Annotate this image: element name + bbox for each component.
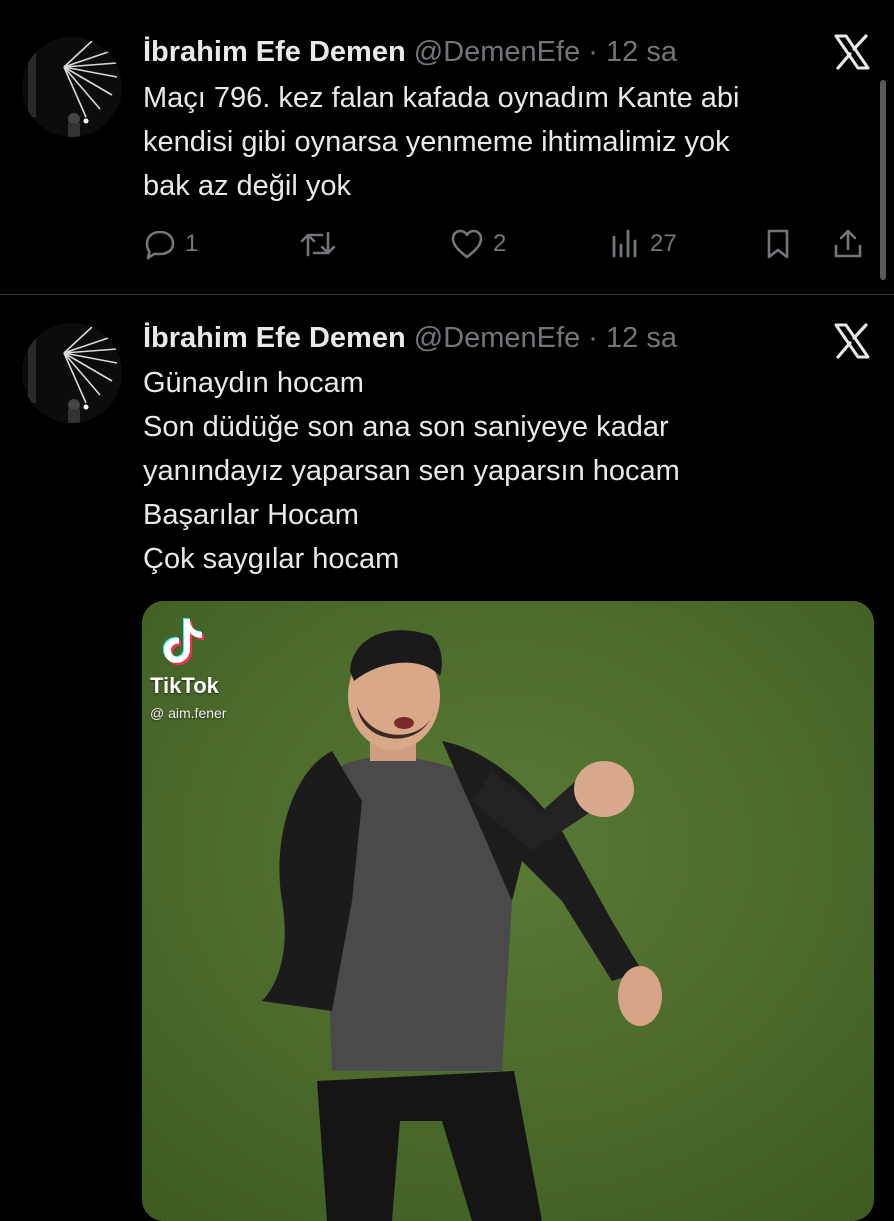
reply-button[interactable]: 1 — [143, 222, 198, 266]
bookmark-icon — [761, 227, 795, 261]
tweet-1[interactable]: İbrahim Efe Demen @DemenEfe · 12 sa Maçı… — [0, 0, 894, 295]
tweet-text-line: Çok saygılar hocam — [143, 543, 400, 575]
share-button[interactable] — [831, 222, 865, 266]
tweet-text-line: bak az değil yok — [143, 170, 351, 202]
reply-count: 1 — [185, 230, 199, 257]
x-logo-icon — [832, 321, 872, 361]
tweet-text-line: kendisi gibi oynarsa yenmeme ihtimalimiz… — [143, 126, 730, 158]
tweet-text-line: yanındayız yaparsan sen yaparsın hocam — [143, 455, 680, 487]
tweet-text-line: Son düdüğe son ana son saniyeye kadar — [143, 411, 669, 443]
tiktok-logo-icon — [163, 618, 204, 665]
tweet-2[interactable]: İbrahim Efe Demen @DemenEfe · 12 sa Güna… — [0, 295, 894, 1221]
tweet-text-line: Günaydın hocam — [143, 367, 364, 399]
tweet-header: İbrahim Efe Demen @DemenEfe · 12 sa — [143, 318, 677, 358]
tweet-text-line: Maçı 796. kez falan kafada oynadım Kante… — [143, 82, 740, 114]
tweet-text: Günaydın hocam Son düdüğe son ana son sa… — [143, 361, 853, 581]
video-media[interactable]: TikTok @ aim.fener — [142, 601, 874, 1221]
views-count: 27 — [650, 230, 677, 257]
author-avatar[interactable] — [22, 323, 122, 423]
tiktok-watermark: TikTok — [150, 673, 219, 698]
tweet-header: İbrahim Efe Demen @DemenEfe · 12 sa — [143, 32, 677, 72]
heart-icon — [449, 227, 485, 261]
bar-chart-icon — [608, 227, 642, 261]
tweet-time[interactable]: 12 sa — [606, 322, 677, 354]
tweet-text-line: Başarılar Hocam — [143, 499, 359, 531]
tweet-time[interactable]: 12 sa — [606, 36, 677, 68]
bookmark-button[interactable] — [761, 222, 795, 266]
separator-dot: · — [588, 36, 598, 68]
author-handle[interactable]: @DemenEfe — [414, 322, 580, 354]
tweet-text: Maçı 796. kez falan kafada oynadım Kante… — [143, 76, 853, 208]
video-frame — [142, 601, 874, 1221]
like-count: 2 — [493, 230, 507, 257]
tweet-actions: 1 2 27 — [143, 222, 873, 266]
retweet-button[interactable] — [298, 222, 338, 266]
speech-bubble-icon — [143, 227, 177, 261]
scrollbar[interactable] — [880, 80, 886, 280]
tiktok-username: @ aim.fener — [150, 705, 227, 721]
retweet-arrows-icon — [298, 227, 338, 261]
separator-dot: · — [588, 322, 598, 354]
x-logo-icon — [832, 32, 872, 72]
author-name[interactable]: İbrahim Efe Demen — [143, 322, 406, 354]
author-avatar[interactable] — [22, 37, 122, 137]
views-button[interactable]: 27 — [608, 222, 677, 266]
share-upload-icon — [831, 227, 865, 261]
author-name[interactable]: İbrahim Efe Demen — [143, 36, 406, 68]
like-button[interactable]: 2 — [449, 222, 506, 266]
author-handle[interactable]: @DemenEfe — [414, 36, 580, 68]
